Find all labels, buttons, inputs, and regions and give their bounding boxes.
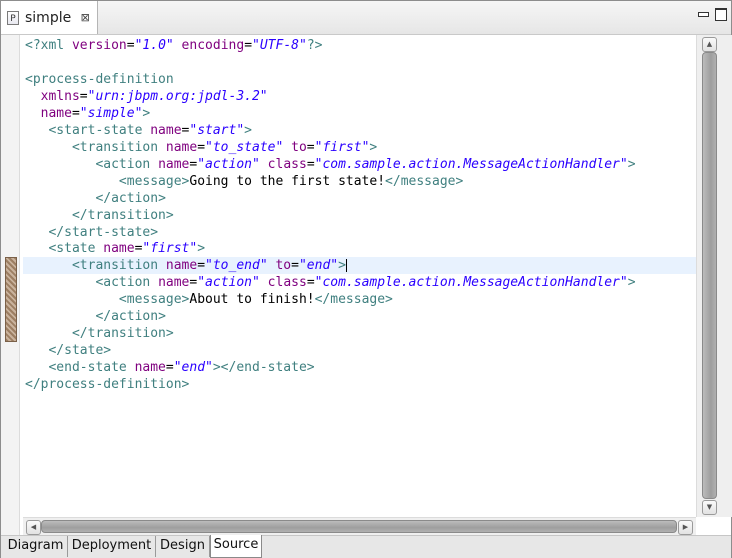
code-line-5: name="simple"> [40,106,151,121]
tab-design[interactable]: Design [156,536,210,557]
tab-title: simple [25,9,72,26]
code-line-20: <end-state name="end"></end-state> [48,360,315,375]
text-cursor [345,259,347,272]
code-line-9: <message>Going to the first state!</mess… [118,174,464,189]
scroll-right-icon[interactable]: ▶ [678,520,693,535]
tab-diagram[interactable]: Diagram [4,536,68,557]
code-text-area[interactable]: <?xml version="1.0" encoding="UTF-8"?> <… [23,35,696,517]
code-line-13: <state name="first"> [48,241,206,256]
vertical-scrollbar[interactable]: ▲ ▼ [696,35,732,517]
file-icon: P [7,10,19,25]
editor-tab-bar: P simple ⊠ [1,1,731,35]
close-icon[interactable]: ⊠ [79,11,91,24]
code-line-11: </transition> [71,208,174,223]
tab-source[interactable]: Source [210,535,262,558]
scroll-down-icon[interactable]: ▼ [702,500,717,515]
code-line-4: xmlns="urn:jbpm.org:jpdl-3.2" [40,89,268,104]
code-line-12: </start-state> [48,225,159,240]
minimize-icon[interactable] [698,12,709,17]
code-line-8: <action name="action" class="com.sample.… [95,157,636,172]
code-line-19: </state> [48,343,112,358]
vertical-scroll-thumb[interactable] [702,52,717,499]
editor-window: P simple ⊠ <?xml version="1.0" encoding=… [0,0,732,558]
code-line-17: </action> [95,309,166,324]
editor-tab-simple[interactable]: P simple ⊠ [1,1,98,34]
range-indicator [5,257,17,342]
code-line-21: </process-definition> [25,377,190,392]
code-line-18: </transition> [71,326,174,341]
bottom-page-tabs: Diagram Deployment Design Source [1,535,731,558]
code-line-7: <transition name="to_state" to="first"> [71,140,378,155]
scroll-left-icon[interactable]: ◀ [26,520,41,535]
scroll-up-icon[interactable]: ▲ [702,37,717,52]
horizontal-scroll-thumb[interactable] [41,520,677,533]
source-editor[interactable]: <?xml version="1.0" encoding="UTF-8"?> <… [1,35,732,536]
code-line-16: <message>About to finish!</message> [118,292,393,307]
code-line-15: <action name="action" class="com.sample.… [95,275,636,290]
left-ruler [1,35,20,535]
code-line-3: <process-definition [25,72,174,87]
code-line-6: <start-state name="start"> [48,123,252,138]
maximize-icon[interactable] [715,8,727,21]
code-line-10: </action> [95,191,166,206]
horizontal-scrollbar[interactable]: ◀ ▶ [23,517,696,536]
code-line-14: <transition name="to_end" to="end"> [71,258,347,273]
code-line-1: <?xml version="1.0" encoding="UTF-8"?> [25,38,323,53]
tab-deployment[interactable]: Deployment [68,536,156,557]
